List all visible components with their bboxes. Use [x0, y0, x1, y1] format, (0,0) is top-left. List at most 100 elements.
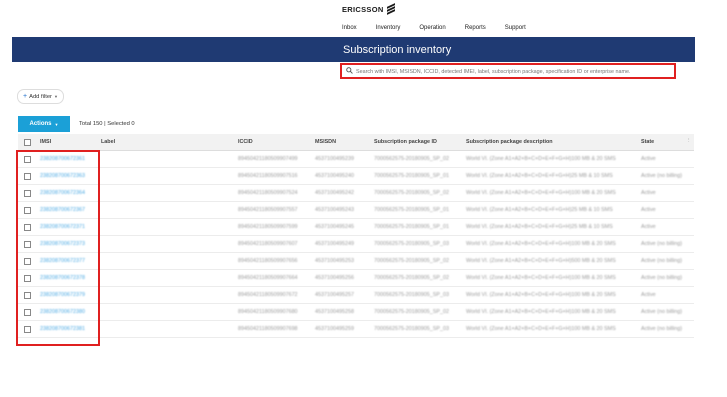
col-msisdn[interactable]: MSISDN [315, 139, 336, 145]
row-checkbox[interactable] [24, 309, 31, 316]
package-id-cell: 7000562575-20180905_SP_02 [374, 309, 449, 315]
row-checkbox[interactable] [24, 156, 31, 163]
package-id-cell: 7000562575-20180905_SP_03 [374, 326, 449, 332]
imsi-cell[interactable]: 238208700672373 [40, 241, 85, 247]
table-row[interactable]: 238208700672380 89450421180509907680 45371… [18, 304, 694, 321]
chevron-down-icon: ▼ [54, 121, 59, 127]
col-label[interactable]: Label [101, 139, 115, 145]
actions-button[interactable]: Actions ▼ [18, 116, 70, 132]
row-checkbox[interactable] [24, 224, 31, 231]
imsi-cell[interactable]: 238208700672363 [40, 173, 85, 179]
col-state[interactable]: State [641, 139, 654, 145]
add-filter-button[interactable]: + Add filter ▼ [17, 89, 64, 104]
iccid-cell: 89450421180509907680 [238, 309, 298, 315]
package-id-cell: 7000562575-20180905_SP_01 [374, 173, 449, 179]
more-icon[interactable]: ⋮ [686, 138, 691, 144]
package-id-cell: 7000562575-20180905_SP_02 [374, 258, 449, 264]
page-banner: Subscription inventory [12, 37, 695, 62]
imsi-cell[interactable]: 238208700672364 [40, 190, 85, 196]
table-row[interactable]: 238208700672363 89450421180509907516 45371… [18, 168, 694, 185]
state-cell: Active (no billing) [641, 309, 683, 315]
table-row[interactable]: 238208700672373 89450421180509907607 45371… [18, 236, 694, 253]
nav-inventory[interactable]: Inventory [376, 25, 401, 31]
imsi-cell[interactable]: 238208700672371 [40, 224, 85, 230]
row-checkbox[interactable] [24, 207, 31, 214]
msisdn-cell: 4537100495258 [315, 309, 354, 315]
state-cell: Active (no billing) [641, 326, 683, 332]
package-desc-cell: World VI. (Zone A1+A2+B+C+D+E+F+G+H)100 … [466, 292, 616, 298]
package-desc-cell: World VI. (Zone A1+A2+B+C+D+E+F+G+H)25 M… [466, 207, 613, 213]
brand-name: ERICSSON [342, 5, 384, 14]
imsi-cell[interactable]: 238208700672361 [40, 156, 85, 162]
table-row[interactable]: 238208700672377 89450421180509907656 45371… [18, 253, 694, 270]
selection-summary: Total 150 | Selected 0 [79, 121, 135, 127]
package-id-cell: 7000562575-20180905_SP_01 [374, 207, 449, 213]
iccid-cell: 89450421180509907698 [238, 326, 298, 332]
imsi-cell[interactable]: 238208700672367 [40, 207, 85, 213]
table-row[interactable]: 238208700672367 89450421180509907557 45371… [18, 202, 694, 219]
imsi-cell[interactable]: 238208700672377 [40, 258, 85, 264]
col-package-id[interactable]: Subscription package ID [374, 139, 437, 145]
state-cell: Active [641, 292, 656, 298]
state-cell: Active [641, 156, 656, 162]
row-checkbox[interactable] [24, 258, 31, 265]
ericsson-logo-icon [386, 3, 396, 15]
row-checkbox[interactable] [24, 190, 31, 197]
package-id-cell: 7000562575-20180905_SP_02 [374, 190, 449, 196]
msisdn-cell: 4537100495239 [315, 156, 354, 162]
row-checkbox[interactable] [24, 292, 31, 299]
iccid-cell: 89450421180509907524 [238, 190, 298, 196]
table-body: 238208700672361 89450421180509907499 45371… [18, 151, 694, 338]
state-cell: Active [641, 190, 656, 196]
msisdn-cell: 4537100495245 [315, 224, 354, 230]
table-row[interactable]: 238208700672364 89450421180509907524 45371… [18, 185, 694, 202]
table-row[interactable]: 238208700672361 89450421180509907499 45371… [18, 151, 694, 168]
table-row[interactable]: 238208700672371 89450421180509907599 45371… [18, 219, 694, 236]
chevron-down-icon: ▼ [53, 94, 58, 99]
package-id-cell: 7000562575-20180905_SP_01 [374, 224, 449, 230]
iccid-cell: 89450421180509907672 [238, 292, 298, 298]
col-imsi[interactable]: IMSI [40, 139, 51, 145]
select-all-checkbox[interactable] [24, 139, 31, 146]
row-checkbox[interactable] [24, 241, 31, 248]
nav-operation[interactable]: Operation [419, 25, 445, 31]
msisdn-cell: 4537100495257 [315, 292, 354, 298]
state-cell: Active (no billing) [641, 275, 683, 281]
col-iccid[interactable]: ICCID [238, 139, 253, 145]
package-desc-cell: World VI. (Zone A1+A2+B+C+D+E+F+G+H)500 … [466, 258, 616, 264]
subscription-table: IMSI Label ICCID MSISDN Subscription pac… [18, 134, 694, 338]
msisdn-cell: 4537100495259 [315, 326, 354, 332]
iccid-cell: 89450421180509907599 [238, 224, 298, 230]
package-id-cell: 7000562575-20180905_SP_03 [374, 292, 449, 298]
nav-support[interactable]: Support [505, 25, 526, 31]
table-row[interactable]: 238208700672381 89450421180509907698 45371… [18, 321, 694, 338]
imsi-cell[interactable]: 238208700672380 [40, 309, 85, 315]
iccid-cell: 89450421180509907664 [238, 275, 298, 281]
package-id-cell: 7000562575-20180905_SP_03 [374, 241, 449, 247]
top-header: ERICSSON Inbox Inventory Operation Repor… [338, 0, 727, 37]
imsi-cell[interactable]: 238208700672381 [40, 326, 85, 332]
plus-icon: + [23, 93, 28, 100]
imsi-cell[interactable]: 238208700672379 [40, 292, 85, 298]
nav-reports[interactable]: Reports [465, 25, 486, 31]
row-checkbox[interactable] [24, 326, 31, 333]
msisdn-cell: 4537100495240 [315, 173, 354, 179]
row-checkbox[interactable] [24, 275, 31, 282]
table-row[interactable]: 238208700672378 89450421180509907664 45371… [18, 270, 694, 287]
imsi-cell[interactable]: 238208700672378 [40, 275, 85, 281]
col-package-description[interactable]: Subscription package description [466, 139, 553, 145]
msisdn-cell: 4537100495253 [315, 258, 354, 264]
package-desc-cell: World VI. (Zone A1+A2+B+C+D+E+F+G+H)100 … [466, 309, 616, 315]
table-header: IMSI Label ICCID MSISDN Subscription pac… [18, 134, 694, 151]
state-cell: Active (no billing) [641, 241, 683, 247]
package-desc-cell: World VI. (Zone A1+A2+B+C+D+E+F+G+H)100 … [466, 326, 616, 332]
iccid-cell: 89450421180509907499 [238, 156, 298, 162]
add-filter-label: Add filter [29, 93, 52, 100]
search-bar[interactable] [340, 63, 676, 79]
table-row[interactable]: 238208700672379 89450421180509907672 45371… [18, 287, 694, 304]
row-checkbox[interactable] [24, 173, 31, 180]
search-icon [346, 67, 353, 74]
search-input[interactable] [356, 66, 672, 77]
state-cell: Active (no billing) [641, 258, 683, 264]
nav-inbox[interactable]: Inbox [342, 25, 357, 31]
